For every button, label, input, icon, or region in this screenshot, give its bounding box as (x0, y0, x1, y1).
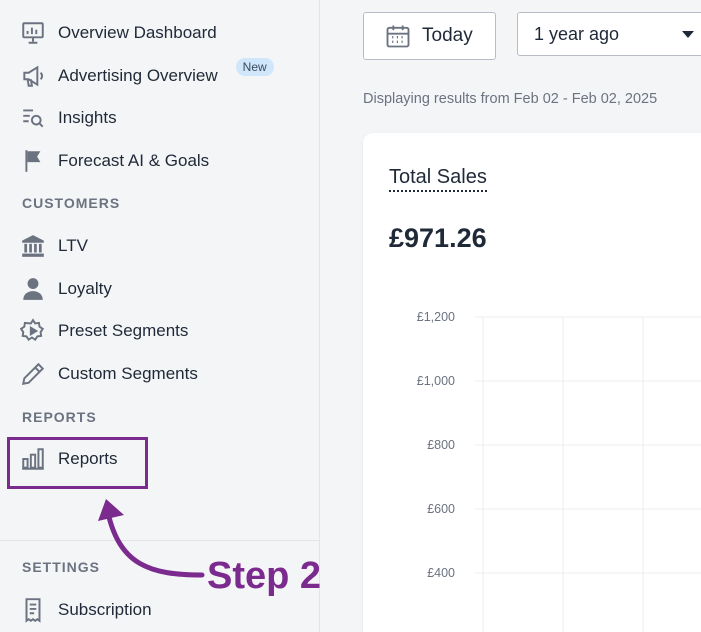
sidebar-item-overview-dashboard[interactable]: Overview Dashboard (20, 18, 217, 48)
today-button[interactable]: Today (363, 12, 496, 60)
sidebar-item-label: Forecast AI & Goals (58, 151, 210, 170)
today-button-label: Today (422, 25, 473, 46)
y-tick-label: £400 (427, 566, 455, 580)
sidebar-item-label: Subscription (58, 600, 152, 619)
y-tick-label: £1,200 (417, 310, 455, 324)
bank-icon (20, 233, 46, 259)
results-range-text: Displaying results from Feb 02 - Feb 02,… (363, 91, 658, 107)
section-label-customers: CUSTOMERS (22, 195, 121, 211)
step-annotation: Step 2 (207, 555, 322, 597)
sidebar: Overview Dashboard Advertising Overview … (0, 0, 320, 632)
section-label-settings: SETTINGS (22, 559, 101, 575)
sidebar-item-label: Custom Segments (58, 364, 198, 383)
sidebar-item-label: LTV (58, 236, 88, 255)
pencil-icon (20, 361, 46, 387)
sidebar-item-forecast[interactable]: Forecast AI & Goals (20, 146, 209, 176)
sidebar-item-label: Loyalty (58, 279, 112, 298)
y-tick-label: £800 (427, 438, 455, 452)
megaphone-icon (20, 63, 46, 89)
presentation-chart-icon (20, 20, 46, 46)
sidebar-item-label: Preset Segments (58, 321, 189, 340)
date-range-value: 1 year ago (534, 23, 620, 44)
total-sales-card: Total Sales £971.26 £1,200 £1,000 £800 £600… (363, 133, 701, 632)
sidebar-item-subscription[interactable]: Subscription (20, 595, 152, 625)
y-tick-label: £1,000 (417, 374, 455, 388)
main-content: Today 1 year ago Displaying results from… (320, 0, 701, 632)
sidebar-item-label: Reports (58, 449, 118, 468)
sales-chart: £1,200 £1,000 £800 £600 £400 (417, 310, 701, 632)
flag-icon (20, 148, 46, 174)
user-icon (20, 276, 46, 302)
sidebar-item-advertising-overview[interactable]: Advertising Overview New (20, 58, 274, 91)
sidebar-item-loyalty[interactable]: Loyalty (20, 274, 112, 304)
sidebar-item-label: Overview Dashboard (58, 23, 217, 42)
sidebar-item-ltv[interactable]: LTV (20, 231, 88, 261)
new-badge: New (235, 58, 274, 76)
bar-chart-icon (20, 446, 46, 472)
sidebar-divider (0, 540, 320, 541)
date-range-select[interactable]: 1 year ago (517, 12, 701, 56)
gear-play-icon (20, 318, 46, 344)
calendar-icon (386, 25, 410, 48)
receipt-icon (20, 597, 46, 623)
sidebar-item-label: Advertising Overview (58, 66, 218, 85)
search-lines-icon (20, 105, 46, 131)
sidebar-item-reports[interactable]: Reports (20, 444, 118, 474)
sidebar-item-insights[interactable]: Insights (20, 103, 117, 133)
sidebar-item-preset-segments[interactable]: Preset Segments (20, 316, 188, 346)
y-tick-label: £600 (427, 502, 455, 516)
chevron-down-icon (682, 31, 694, 38)
sidebar-item-label: Insights (58, 108, 117, 127)
sidebar-item-custom-segments[interactable]: Custom Segments (20, 359, 198, 389)
section-label-reports: REPORTS (22, 409, 97, 425)
